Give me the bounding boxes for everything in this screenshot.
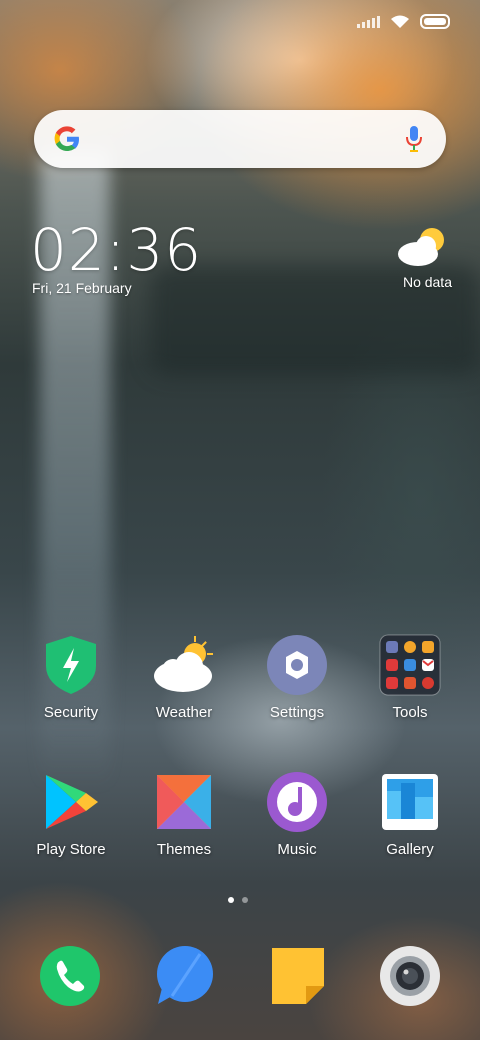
- dock-notes[interactable]: [266, 944, 330, 1008]
- notes-icon: [272, 948, 324, 1004]
- app-label: Settings: [269, 704, 325, 721]
- phone-icon: [40, 946, 100, 1006]
- google-search-bar[interactable]: [34, 110, 446, 168]
- play-store-icon: [40, 771, 102, 833]
- app-label: Play Store: [36, 841, 106, 858]
- app-themes[interactable]: Themes: [134, 771, 234, 858]
- music-note-icon: [266, 771, 328, 833]
- app-label: Weather: [155, 704, 213, 721]
- wifi-icon: [391, 15, 409, 28]
- app-gallery[interactable]: Gallery: [360, 771, 460, 858]
- dock-camera[interactable]: [378, 944, 442, 1008]
- app-play-store[interactable]: Play Store: [21, 771, 121, 858]
- gallery-icon: [379, 771, 441, 833]
- folder-tools[interactable]: Tools: [360, 634, 460, 721]
- weather-icon: [153, 634, 215, 696]
- dock-messaging[interactable]: [152, 944, 216, 1008]
- settings-gear-icon: [266, 634, 328, 696]
- signal-icon: [357, 15, 380, 28]
- page-indicator[interactable]: [228, 897, 248, 903]
- app-settings[interactable]: Settings: [247, 634, 347, 721]
- app-label: Tools: [392, 704, 428, 721]
- weather-status: No data: [402, 274, 452, 290]
- clock-date: Fri, 21 February: [32, 280, 132, 296]
- page-dot-active: [228, 897, 234, 903]
- app-music[interactable]: Music: [247, 771, 347, 858]
- camera-icon: [380, 946, 440, 1006]
- battery-icon: [420, 14, 450, 29]
- cloud-sun-icon: [398, 228, 444, 266]
- themes-icon: [153, 771, 215, 833]
- app-security[interactable]: Security: [21, 634, 121, 721]
- app-weather[interactable]: Weather: [134, 634, 234, 721]
- weather-widget[interactable]: No data: [382, 224, 452, 290]
- message-icon: [157, 946, 213, 1004]
- folder-tools-icon: [379, 634, 441, 696]
- app-label: Security: [43, 704, 99, 721]
- status-bar: [357, 14, 450, 29]
- security-shield-icon: [40, 634, 102, 696]
- google-g-icon: [54, 126, 79, 151]
- app-label: Themes: [156, 841, 212, 858]
- app-label: Music: [277, 841, 317, 858]
- microphone-icon[interactable]: [404, 125, 424, 153]
- dock-phone[interactable]: [38, 944, 102, 1008]
- app-label: Gallery: [386, 841, 434, 858]
- clock-time[interactable]: 02:36: [30, 214, 202, 286]
- page-dot: [242, 897, 248, 903]
